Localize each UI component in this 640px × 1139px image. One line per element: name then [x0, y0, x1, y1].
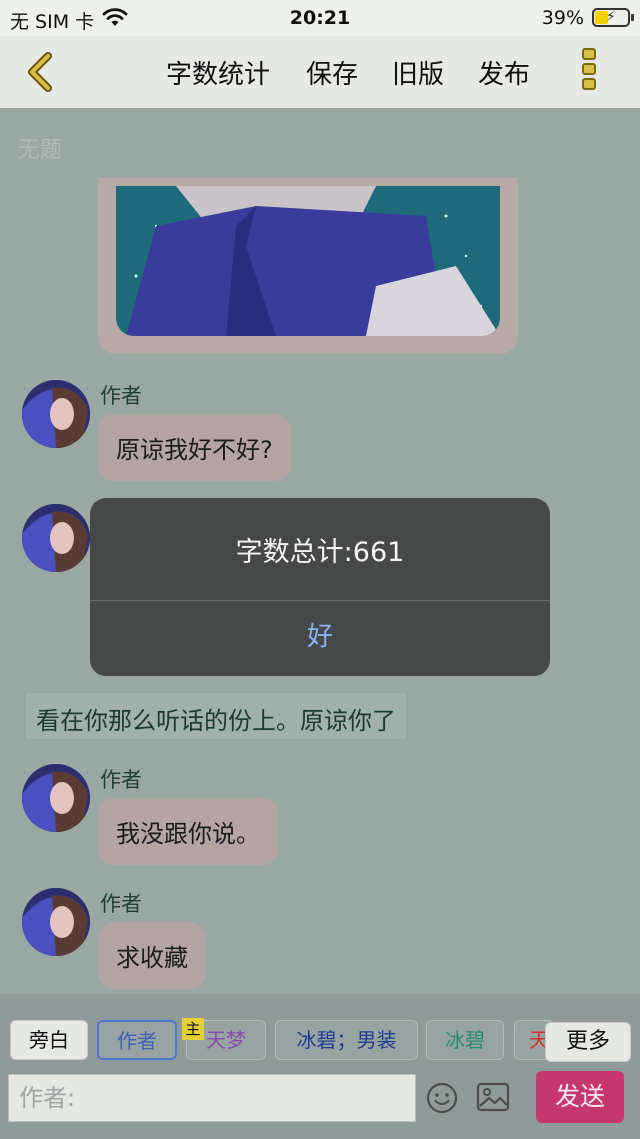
author-avatar[interactable]	[22, 888, 90, 956]
alert-message: 字数总计:661	[235, 537, 405, 568]
author-avatar[interactable]	[22, 764, 90, 832]
author-name: 作者	[100, 384, 142, 408]
author-avatar[interactable]	[22, 504, 90, 572]
battery-percent: 39%	[541, 7, 584, 29]
message-input[interactable]	[8, 1074, 416, 1122]
image-message[interactable]	[98, 178, 518, 354]
more-roles-button[interactable]: 更多	[545, 1022, 631, 1062]
illustration-image	[116, 186, 500, 336]
role-chip-bibi-male[interactable]: 冰碧；男装	[275, 1020, 418, 1060]
old-version-button[interactable]: 旧版	[392, 54, 444, 91]
status-bar: 无 SIM 卡 20:21 39% ⚡	[0, 0, 640, 36]
alert-ok-button[interactable]: 好	[90, 601, 550, 676]
story-title[interactable]: 无题	[18, 132, 62, 164]
chat-bubble[interactable]: 我没跟你说。	[98, 798, 278, 865]
word-count-alert: 字数总计:661 好	[90, 498, 550, 676]
more-menu-icon[interactable]	[578, 48, 600, 96]
send-button[interactable]: 发送	[536, 1071, 624, 1123]
narration-message[interactable]: 看在你那么听话的份上。原谅你了	[26, 693, 406, 739]
chat-bubble[interactable]: 原谅我好不好?	[98, 414, 291, 481]
role-chip-bibi[interactable]: 冰碧	[426, 1020, 504, 1060]
save-button[interactable]: 保存	[306, 54, 358, 91]
chat-bubble[interactable]: 求收藏	[98, 922, 206, 989]
battery-icon: ⚡	[592, 8, 634, 27]
author-name: 作者	[100, 768, 142, 792]
master-badge: 主	[182, 1018, 204, 1040]
role-chip-narration[interactable]: 旁白	[10, 1020, 88, 1060]
author-name: 作者	[100, 892, 142, 916]
role-chip-author[interactable]: 作者	[97, 1020, 177, 1060]
author-avatar[interactable]	[22, 380, 90, 448]
charging-bolt-icon: ⚡	[606, 9, 616, 25]
publish-button[interactable]: 发布	[478, 54, 530, 91]
word-count-button[interactable]: 字数统计	[166, 54, 270, 91]
nav-bar: 字数统计 保存 旧版 发布	[0, 36, 640, 108]
image-icon[interactable]	[476, 1082, 510, 1112]
emoji-icon[interactable]	[426, 1082, 458, 1114]
back-chevron-icon[interactable]	[20, 50, 60, 94]
